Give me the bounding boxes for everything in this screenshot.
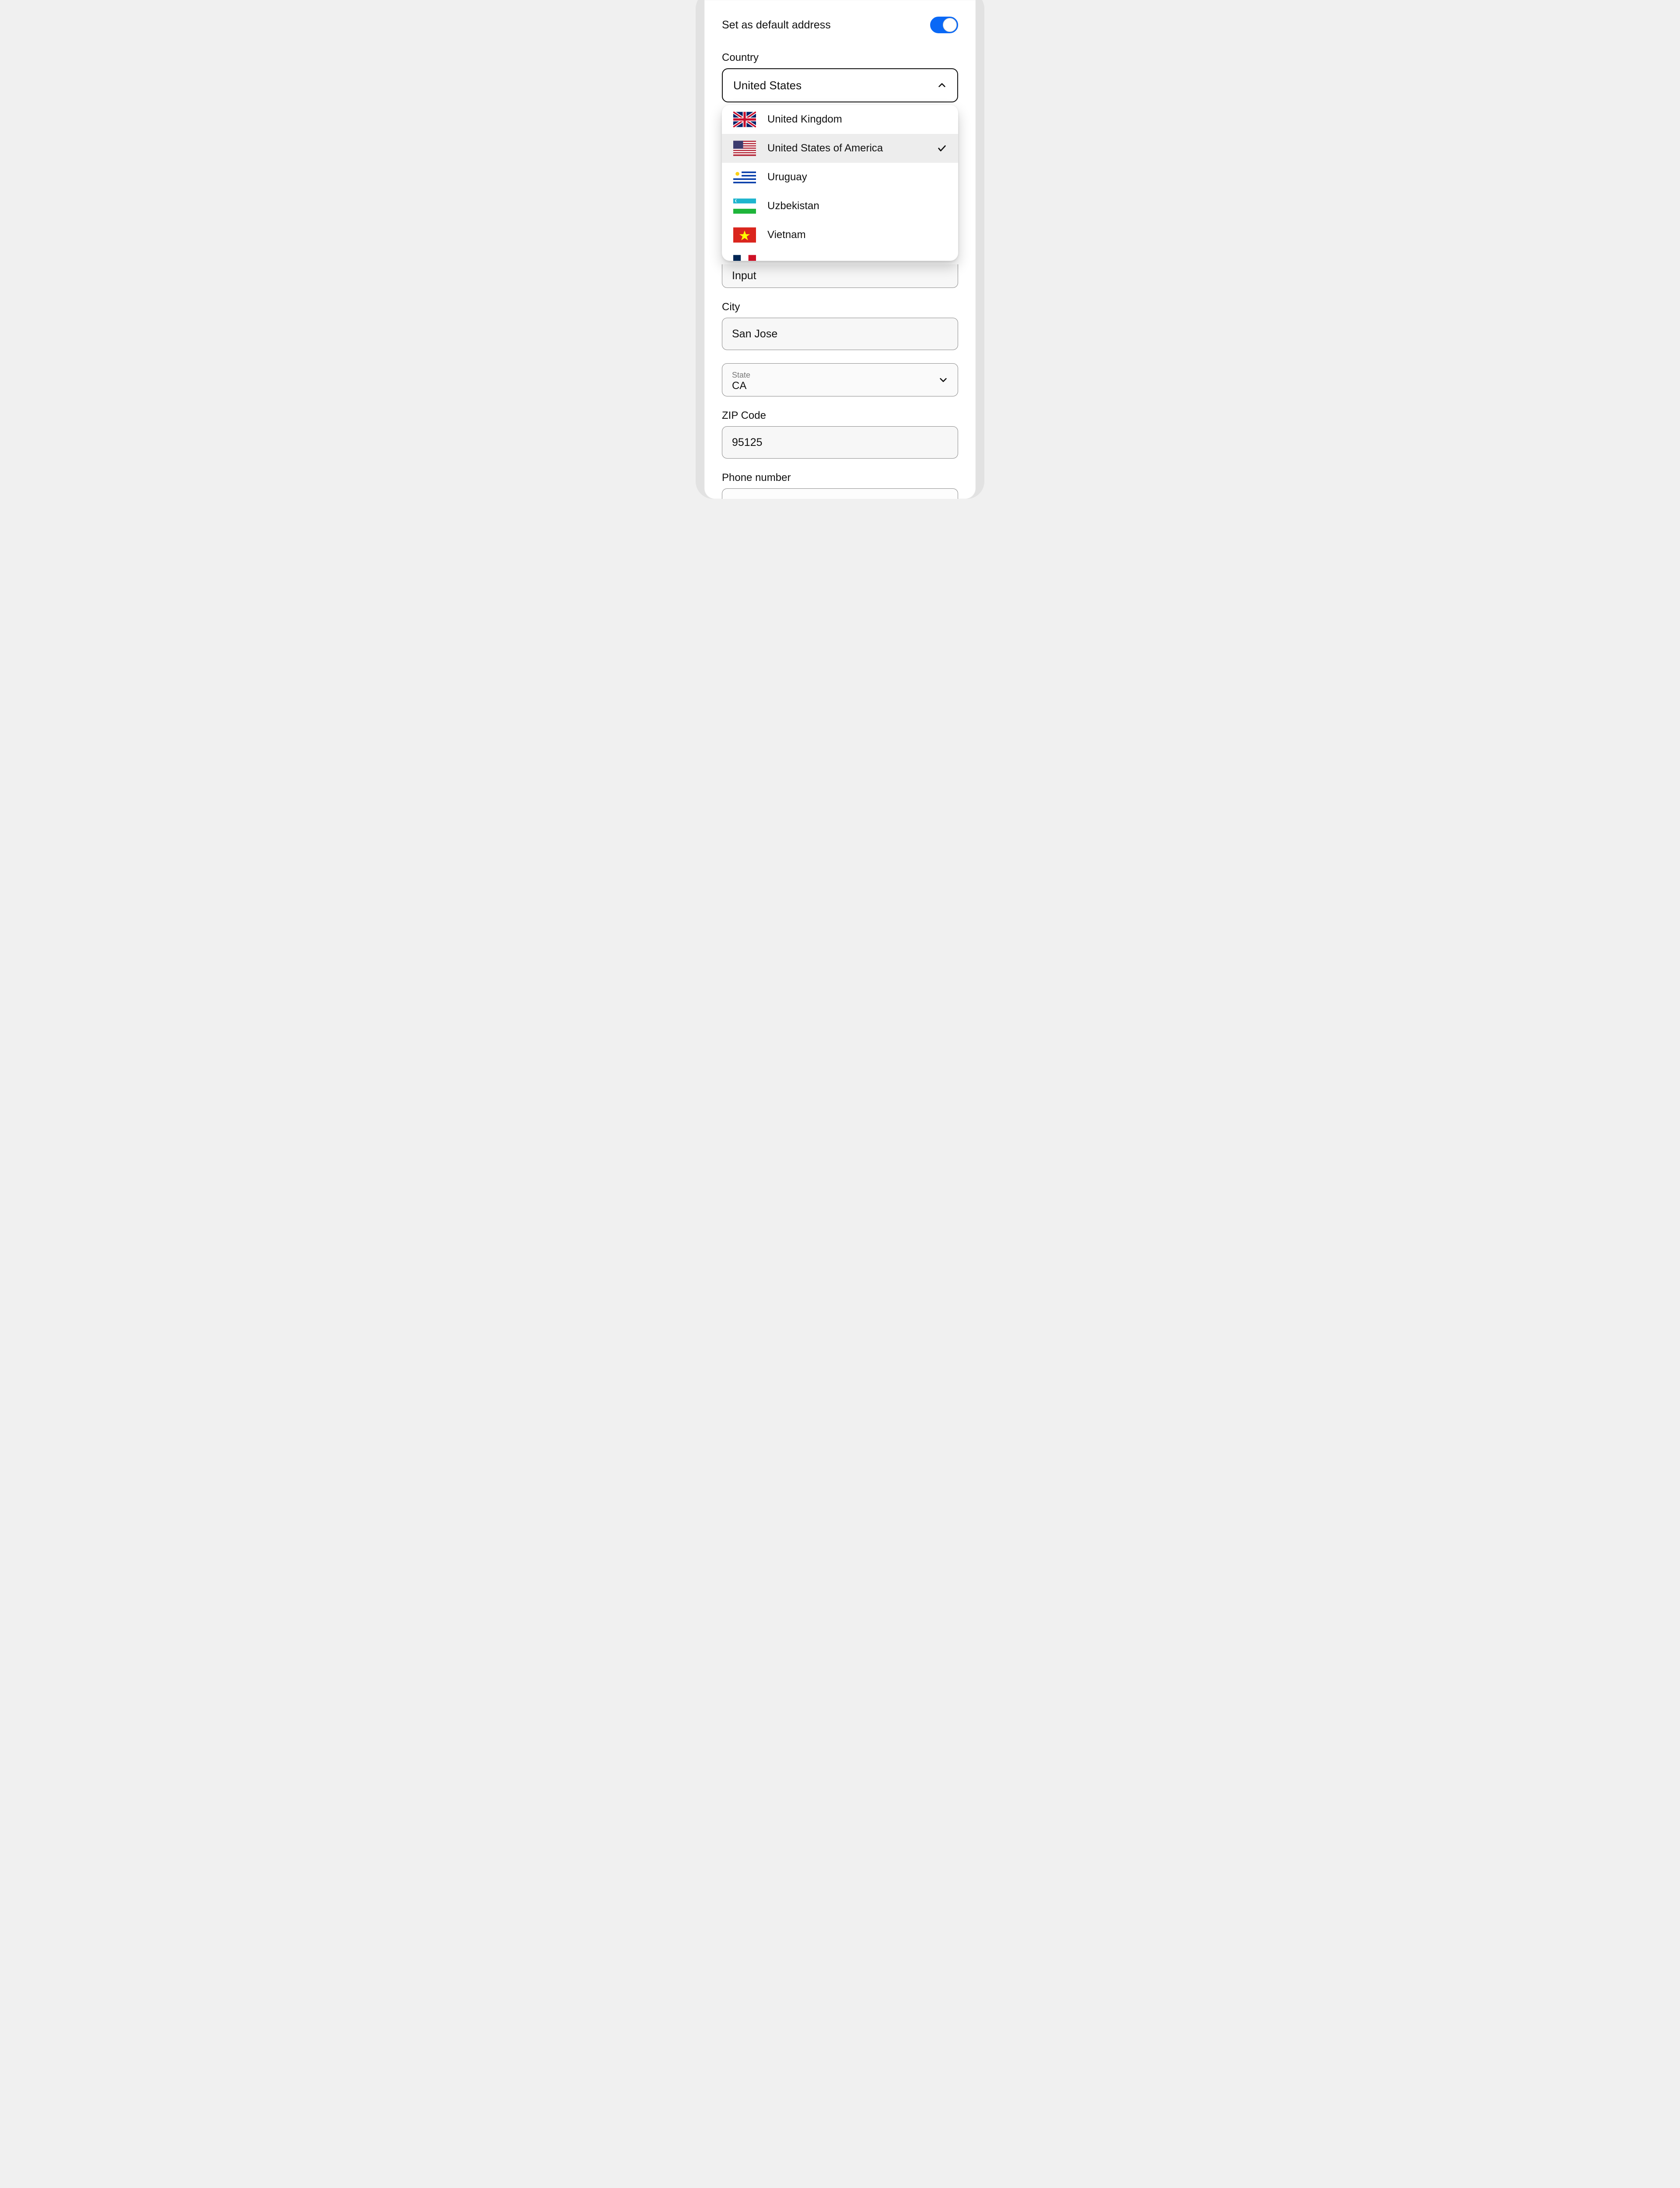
country-selected-value: United States: [733, 79, 802, 92]
country-option-label: United Kingdom: [767, 113, 947, 126]
state-select[interactable]: State CA: [722, 363, 958, 396]
screen: Set as default address Country United St…: [704, 0, 976, 499]
country-option-label: Uruguay: [767, 171, 947, 183]
chevron-down-icon: [938, 375, 948, 385]
flag-uk-icon: [733, 112, 756, 127]
country-select[interactable]: United States: [722, 68, 958, 102]
toggle-knob: [943, 18, 957, 32]
flag-uz-icon: [733, 198, 756, 214]
country-option-uk[interactable]: United Kingdom: [722, 105, 958, 134]
country-option-uy[interactable]: Uruguay: [722, 163, 958, 192]
phone-label: Phone number: [722, 472, 958, 484]
city-label: City: [722, 301, 958, 313]
flag-partial-icon: [733, 255, 756, 261]
default-address-label: Set as default address: [722, 19, 831, 32]
city-group: City San Jose: [722, 301, 958, 350]
country-option-label: United States of America: [767, 142, 926, 154]
check-icon: [937, 144, 947, 153]
city-value: San Jose: [732, 328, 777, 340]
default-address-row: Set as default address: [722, 17, 958, 33]
zip-input[interactable]: 95125: [722, 426, 958, 459]
state-value: CA: [732, 380, 948, 392]
country-group: Country United States: [722, 52, 958, 102]
phone-input-partial[interactable]: [722, 488, 958, 499]
country-label: Country: [722, 52, 958, 64]
country-option-next[interactable]: [722, 249, 958, 261]
zip-value: 95125: [732, 436, 763, 449]
country-option-uz[interactable]: Uzbekistan: [722, 192, 958, 221]
form-lower-section: Input City San Jose State CA ZIP Code: [722, 264, 958, 499]
zip-label: ZIP Code: [722, 410, 958, 422]
state-mini-label: State: [732, 371, 948, 379]
phone-group: Phone number: [722, 472, 958, 499]
device-frame: Set as default address Country United St…: [696, 0, 984, 499]
country-option-vn[interactable]: Vietnam: [722, 221, 958, 249]
chevron-up-icon: [937, 81, 947, 90]
street-input-value: Input: [732, 270, 756, 282]
zip-group: ZIP Code 95125: [722, 410, 958, 459]
street-input-partial[interactable]: Input: [722, 264, 958, 288]
country-option-us[interactable]: United States of America: [722, 134, 958, 163]
default-address-toggle[interactable]: [930, 17, 958, 33]
country-option-label: Vietnam: [767, 229, 947, 241]
flag-uy-icon: [733, 169, 756, 185]
flag-vn-icon: [733, 227, 756, 243]
flag-us-icon: [733, 140, 756, 156]
city-input[interactable]: San Jose: [722, 318, 958, 350]
country-dropdown[interactable]: United Kingdom United States of Am: [722, 105, 958, 261]
country-option-label: Uzbekistan: [767, 200, 947, 212]
